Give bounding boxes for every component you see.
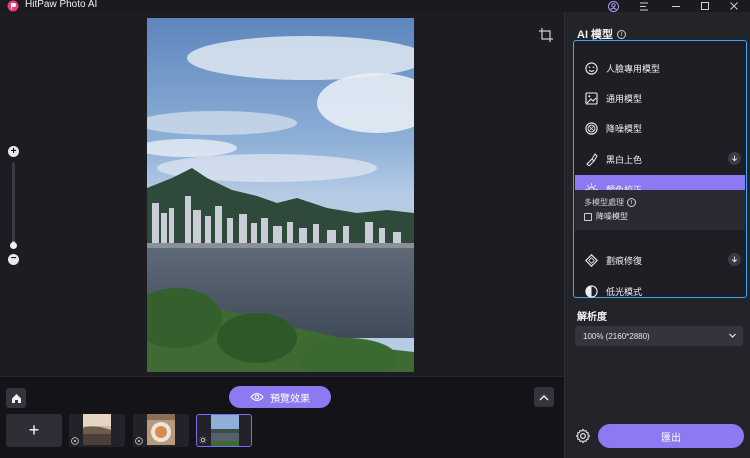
minimize-icon[interactable] <box>669 0 683 12</box>
account-icon[interactable] <box>606 0 620 12</box>
model-general[interactable]: 通用模型 <box>575 84 745 112</box>
checkbox[interactable] <box>584 212 592 221</box>
checkbox-label: 降噪模型 <box>596 212 628 221</box>
model-label: 低光模式 <box>606 286 643 297</box>
thumbnail-food[interactable] <box>133 414 189 447</box>
model-colorize[interactable]: 黑白上色 <box>575 145 745 173</box>
resolution-value: 100% (2160*2880) <box>583 331 650 341</box>
home-icon <box>11 393 21 403</box>
resolution-select[interactable]: 100% (2160*2880) <box>575 326 743 346</box>
canvas-area: + − <box>0 12 564 376</box>
info-icon[interactable]: i <box>617 29 627 39</box>
download-icon[interactable] <box>728 253 741 266</box>
resolution-title: 解析度 <box>577 312 607 323</box>
brush-icon <box>584 152 598 166</box>
app-title: HitPaw Photo AI <box>25 0 98 10</box>
photo-preview[interactable] <box>147 18 414 372</box>
add-image-button[interactable]: + <box>6 414 62 447</box>
collapse-thumbnails-button[interactable] <box>534 387 554 407</box>
contrast-icon <box>584 284 598 298</box>
preview-effect-button[interactable]: 預覽效果 <box>229 386 331 408</box>
model-label: 黑白上色 <box>606 154 643 165</box>
model-label: 降噪模型 <box>606 123 643 134</box>
sun-badge-icon <box>199 436 207 444</box>
title-bar: HitPaw Photo AI <box>0 0 750 12</box>
multi-model-heading: 多模型處理 i <box>584 197 636 208</box>
preview-label: 預覽效果 <box>270 393 310 405</box>
eye-icon <box>250 392 264 402</box>
model-label: 通用模型 <box>606 93 643 104</box>
maximize-icon[interactable] <box>698 0 712 12</box>
ai-model-list: 人臉專用模型 通用模型 降噪模型 黑白上色 多模型處理 i 降噪模型 劃痕修復 … <box>573 40 747 298</box>
download-icon[interactable] <box>728 152 741 165</box>
model-label: 劃痕修復 <box>606 255 643 266</box>
chevron-down-icon <box>729 333 736 338</box>
crop-icon[interactable] <box>539 28 553 42</box>
right-panel: AI 模型 i 人臉專用模型 通用模型 降噪模型 黑白上色 多模型處理 i 降噪… <box>564 12 750 458</box>
info-icon[interactable]: i <box>627 198 636 207</box>
thumbnail-harbour[interactable] <box>196 414 252 447</box>
patch-icon <box>584 253 598 267</box>
face-icon <box>584 61 598 75</box>
bottom-strip: 預覽效果 + <box>0 376 564 458</box>
model-badge-icon <box>71 437 79 445</box>
settings-gear-icon[interactable] <box>575 428 591 444</box>
model-scratch-repair[interactable]: 劃痕修復 <box>575 246 745 274</box>
model-denoise[interactable]: 降噪模型 <box>575 114 745 142</box>
multi-model-label: 多模型處理 <box>584 198 624 207</box>
image-icon <box>584 91 598 105</box>
home-button[interactable] <box>6 388 26 408</box>
multi-model-section: 多模型處理 i 降噪模型 <box>575 190 745 230</box>
zoom-out-button[interactable]: − <box>8 254 19 265</box>
zoom-in-button[interactable]: + <box>8 146 19 157</box>
model-badge-icon <box>135 437 143 445</box>
model-face[interactable]: 人臉專用模型 <box>575 54 745 82</box>
zoom-slider[interactable] <box>12 162 15 248</box>
model-low-light[interactable]: 低光模式 <box>575 277 745 305</box>
menu-icon[interactable] <box>637 0 651 12</box>
chevron-up-icon <box>539 394 549 400</box>
hitpaw-logo-icon <box>7 0 19 12</box>
model-label: 人臉專用模型 <box>606 63 661 74</box>
close-icon[interactable] <box>727 0 741 12</box>
export-button[interactable]: 匯出 <box>598 424 744 448</box>
denoise-icon <box>584 121 598 135</box>
multi-model-denoise-checkbox[interactable]: 降噪模型 <box>584 211 628 222</box>
zoom-slider-handle[interactable] <box>10 242 17 249</box>
thumbnail-sunset[interactable] <box>69 414 125 447</box>
